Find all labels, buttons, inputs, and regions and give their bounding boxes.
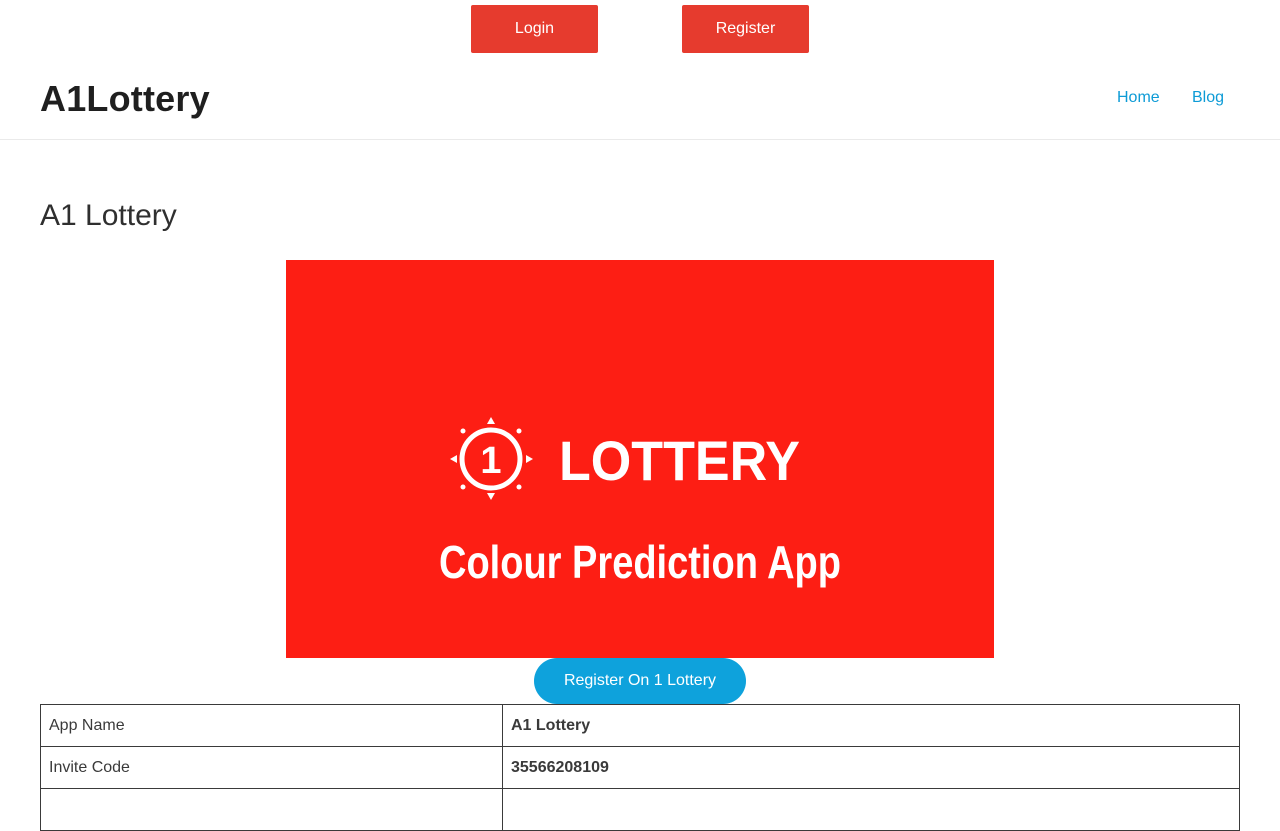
site-title-link[interactable]: A1Lottery <box>40 78 210 120</box>
page-title: A1 Lottery <box>40 199 177 232</box>
banner-tagline: Colour Prediction App <box>439 536 841 588</box>
login-button[interactable]: Login <box>471 5 598 53</box>
top-button-bar: Login Register <box>0 5 1280 53</box>
table-row: Invite Code 35566208109 <box>40 746 1240 789</box>
register-cta-button[interactable]: Register On 1 Lottery <box>534 658 746 704</box>
register-button[interactable]: Register <box>682 5 809 53</box>
table-cell-value <box>502 788 1240 831</box>
site-header: A1Lottery Home Blog <box>0 60 1280 140</box>
lottery-logo-icon: 1 <box>450 417 533 500</box>
table-cell-label: Invite Code <box>40 746 503 789</box>
app-info-table: App Name A1 Lottery Invite Code 35566208… <box>40 704 1240 831</box>
table-cell-label <box>40 788 503 831</box>
banner-graphic: 1 LOTTERY Colour Prediction App <box>439 417 841 588</box>
table-row: App Name A1 Lottery <box>40 704 1240 747</box>
nav-home-link[interactable]: Home <box>1117 89 1160 107</box>
nav-blog-link[interactable]: Blog <box>1192 89 1224 107</box>
table-cell-label: App Name <box>40 704 503 747</box>
logo-digit: 1 <box>480 440 501 482</box>
banner-logo-text: LOTTERY <box>559 429 800 492</box>
table-cell-value: A1 Lottery <box>502 704 1240 747</box>
table-row <box>40 788 1240 831</box>
table-cell-value: 35566208109 <box>502 746 1240 789</box>
banner-image: 1 LOTTERY Colour Prediction App <box>286 260 994 658</box>
